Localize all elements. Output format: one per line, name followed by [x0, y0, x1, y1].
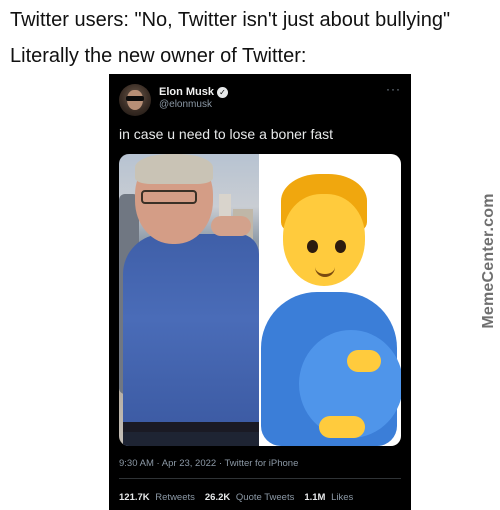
stat-quote-tweets[interactable]: 26.2K Quote Tweets — [205, 492, 294, 503]
stat-count: 1.1M — [304, 492, 326, 503]
caption-line-2: Literally the new owner of Twitter: — [10, 45, 307, 67]
tweet-stats: 121.7K Retweets 26.2K Quote Tweets 1.1M … — [119, 492, 353, 503]
author-info: Elon Musk ✓ @elonmusk — [159, 86, 229, 110]
stat-count: 121.7K — [119, 492, 150, 503]
tweet-header: Elon Musk ✓ @elonmusk ··· — [119, 82, 401, 118]
tweet-text: in case u need to lose a boner fast — [119, 126, 334, 142]
stat-retweets[interactable]: 121.7K Retweets — [119, 492, 195, 503]
stat-count: 26.2K — [204, 492, 231, 503]
media-photo-right-pregnant-man-emoji[interactable] — [259, 154, 401, 446]
stat-label: Retweets — [155, 492, 195, 503]
verified-badge-icon: ✓ — [217, 86, 229, 98]
divider — [119, 478, 401, 479]
media-photo-left[interactable] — [119, 154, 259, 446]
stat-label: Quote Tweets — [235, 492, 295, 503]
tweet-card[interactable]: Elon Musk ✓ @elonmusk ··· in case u need… — [109, 74, 411, 510]
caption-line-1: Twitter users: "No, Twitter isn't just a… — [10, 9, 451, 31]
stat-label: Likes — [331, 492, 354, 503]
avatar[interactable] — [119, 84, 151, 116]
more-options-icon[interactable]: ··· — [386, 82, 401, 96]
display-name[interactable]: Elon Musk — [159, 86, 214, 98]
tweet-media[interactable] — [119, 154, 401, 446]
tweet-timestamp[interactable]: 9:30 AM · Apr 23, 2022 · Twitter for iPh… — [119, 458, 298, 469]
handle[interactable]: @elonmusk — [159, 99, 228, 110]
watermark: MemeCenter.com — [474, 193, 500, 329]
watermark-text: MemeCenter.com — [480, 193, 497, 329]
stat-likes[interactable]: 1.1M Likes — [304, 492, 353, 503]
